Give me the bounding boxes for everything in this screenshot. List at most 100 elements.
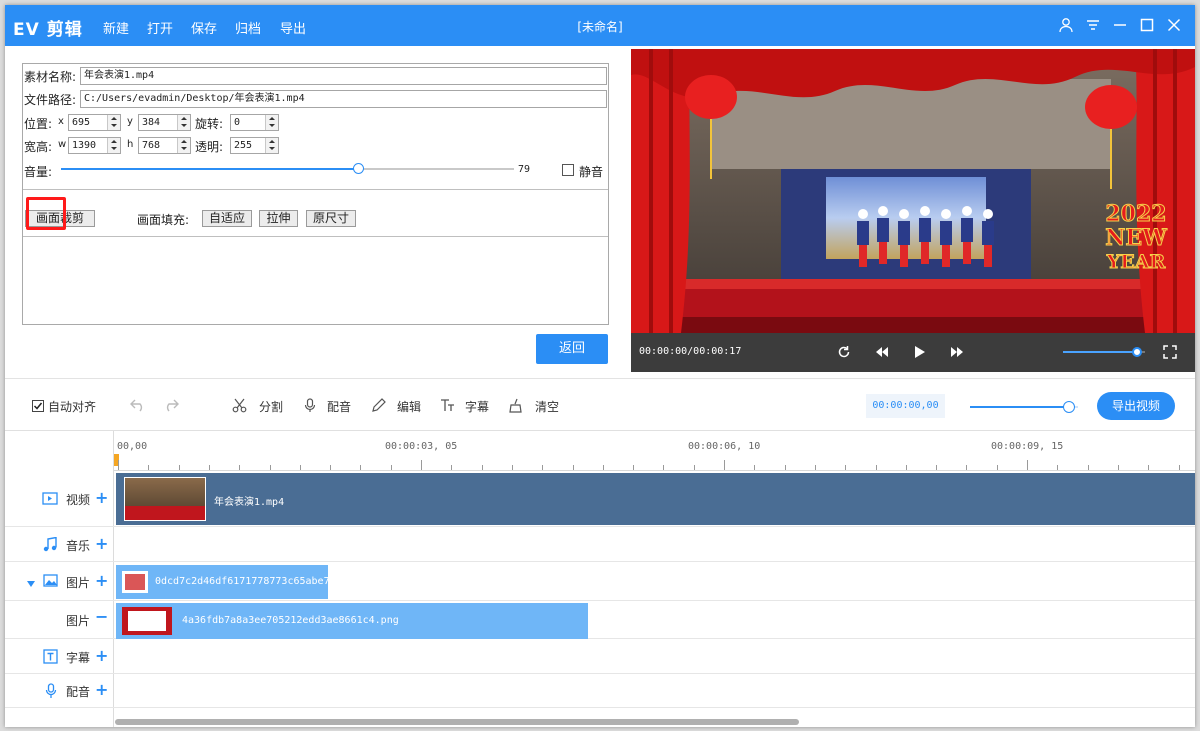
split-button[interactable]: 分割 — [259, 398, 283, 415]
ruler-tick — [390, 465, 392, 470]
preview-volume-slider[interactable] — [1063, 347, 1145, 357]
fill-stretch-button[interactable]: 拉伸 — [259, 210, 298, 227]
rewind-icon[interactable] — [875, 346, 889, 361]
track-row-dub: 配音 + — [5, 674, 1195, 708]
redo-icon[interactable] — [163, 398, 179, 415]
text-icon[interactable] — [440, 398, 455, 416]
fill-original-button[interactable]: 原尺寸 — [306, 210, 356, 227]
y-spin-arrows[interactable] — [177, 115, 190, 130]
x-spinbox[interactable]: 695 — [68, 114, 121, 131]
check-icon — [33, 402, 43, 410]
edit-button[interactable]: 编辑 — [397, 398, 421, 415]
ruler-tick — [148, 465, 150, 470]
w-spinbox[interactable]: 1390 — [68, 137, 121, 154]
mute-label[interactable]: 静音 — [579, 163, 603, 180]
thumbnail-frame — [128, 611, 166, 631]
music-track-icon — [43, 536, 57, 555]
replay-icon[interactable] — [837, 345, 851, 362]
video-clip[interactable]: 年会表演1.mp4 — [116, 473, 1195, 525]
music-track-label: 音乐 — [66, 539, 91, 553]
x-spin-arrows[interactable] — [107, 115, 120, 130]
maximize-icon[interactable] — [1136, 14, 1158, 36]
preview-frame-image: 2022 NEW YEAR — [631, 49, 1195, 333]
minimize-icon[interactable] — [1109, 14, 1131, 36]
video-track-icon — [42, 492, 58, 508]
ruler-tick — [1087, 465, 1089, 470]
video-preview[interactable]: 2022 NEW YEAR 00:00:00/00:00:17 — [631, 49, 1195, 372]
add-image-icon[interactable]: + — [95, 571, 108, 590]
alpha-spinbox[interactable]: 255 — [230, 137, 279, 154]
collapse-arrow-icon[interactable] — [27, 576, 35, 590]
dub-track-icon — [45, 683, 57, 702]
zoom-slider[interactable] — [970, 401, 1078, 413]
ruler-tick — [663, 465, 665, 470]
add-subtitle-icon[interactable]: + — [95, 646, 108, 665]
ruler-tick — [905, 465, 907, 470]
undo-icon[interactable] — [130, 398, 146, 415]
microphone-icon[interactable] — [304, 398, 316, 416]
thumbnail-text-art — [125, 574, 145, 590]
ruler-tick — [1117, 465, 1119, 470]
user-icon[interactable] — [1055, 14, 1077, 36]
dub-track-label: 配音 — [66, 685, 91, 699]
add-music-icon[interactable]: + — [95, 534, 108, 553]
ruler-tick — [178, 465, 180, 470]
remove-image-icon[interactable]: − — [95, 607, 108, 626]
image-clip-2-thumbnail — [122, 607, 172, 635]
fast-forward-icon[interactable] — [950, 346, 964, 361]
document-title: [未命名] — [577, 20, 623, 34]
ruler-tick — [724, 460, 725, 470]
subtitle-button[interactable]: 字幕 — [465, 398, 489, 415]
w-spin-arrows[interactable] — [107, 138, 120, 153]
image-track-icon — [43, 574, 58, 590]
path-input[interactable]: C:/Users/evadmin/Desktop/年会表演1.mp4 — [80, 90, 607, 108]
pencil-icon[interactable] — [371, 398, 386, 416]
rotation-spin-arrows[interactable] — [265, 115, 278, 130]
auto-align-label[interactable]: 自动对齐 — [48, 398, 96, 415]
image-clip-2[interactable]: 4a36fdb7a8a3ee705212edd3ae8661c4.png — [116, 603, 588, 639]
banner-text-top: 2022 — [1105, 201, 1166, 227]
volume-slider-handle[interactable] — [353, 163, 364, 174]
clear-button[interactable]: 清空 — [535, 398, 559, 415]
y-label: y — [127, 116, 133, 127]
fullscreen-icon[interactable] — [1163, 345, 1177, 362]
timeline: 00,00 00:00:03, 05 00:00:06, 10 00:00:09… — [5, 430, 1195, 727]
rotation-spinbox[interactable]: 0 — [230, 114, 279, 131]
scissors-icon[interactable] — [232, 398, 247, 416]
dub-button[interactable]: 配音 — [327, 398, 351, 415]
timecode-value: 00:00:00,00 — [872, 400, 939, 411]
preview-volume-handle[interactable] — [1132, 347, 1142, 357]
broom-icon[interactable] — [508, 398, 523, 416]
ruler-label-3: 00:00:09, 15 — [991, 441, 1064, 452]
ruler-tick — [693, 465, 695, 470]
settings-icon[interactable] — [1082, 14, 1104, 36]
volume-slider[interactable] — [61, 163, 514, 174]
time-ruler[interactable]: 00,00 00:00:03, 05 00:00:06, 10 00:00:09… — [114, 431, 1195, 471]
track-row-subtitle: 字幕 + — [5, 639, 1195, 674]
track-row-image-1: 图片 + 0dcd7c2d46df6171778773c65abe7 — [5, 562, 1195, 601]
fill-adaptive-button[interactable]: 自适应 — [202, 210, 252, 227]
timeline-scrollbar[interactable] — [115, 719, 799, 725]
add-video-icon[interactable]: + — [95, 488, 108, 507]
back-button[interactable]: 返回 — [536, 334, 608, 364]
ruler-tick — [875, 465, 877, 470]
subtitle-track-label: 字幕 — [66, 651, 91, 665]
export-video-button[interactable]: 导出视频 — [1097, 392, 1175, 420]
volume-slider-fill — [61, 168, 359, 170]
h-spinbox[interactable]: 768 — [138, 137, 191, 154]
ruler-tick — [360, 465, 362, 470]
play-icon[interactable] — [914, 345, 926, 362]
close-icon[interactable] — [1163, 14, 1185, 36]
image-clip-1[interactable]: 0dcd7c2d46df6171778773c65abe7 — [116, 565, 328, 599]
mute-checkbox[interactable] — [562, 164, 574, 176]
h-spin-arrows[interactable] — [177, 138, 190, 153]
ruler-tick — [118, 460, 119, 470]
alpha-spin-arrows[interactable] — [265, 138, 278, 153]
ruler-tick — [936, 465, 938, 470]
name-input[interactable]: 年会表演1.mp4 — [80, 67, 607, 85]
add-dub-icon[interactable]: + — [95, 680, 108, 699]
zoom-slider-handle[interactable] — [1063, 401, 1075, 413]
auto-align-checkbox[interactable] — [32, 400, 44, 412]
y-spinbox[interactable]: 384 — [138, 114, 191, 131]
video-clip-thumbnail — [124, 477, 206, 521]
